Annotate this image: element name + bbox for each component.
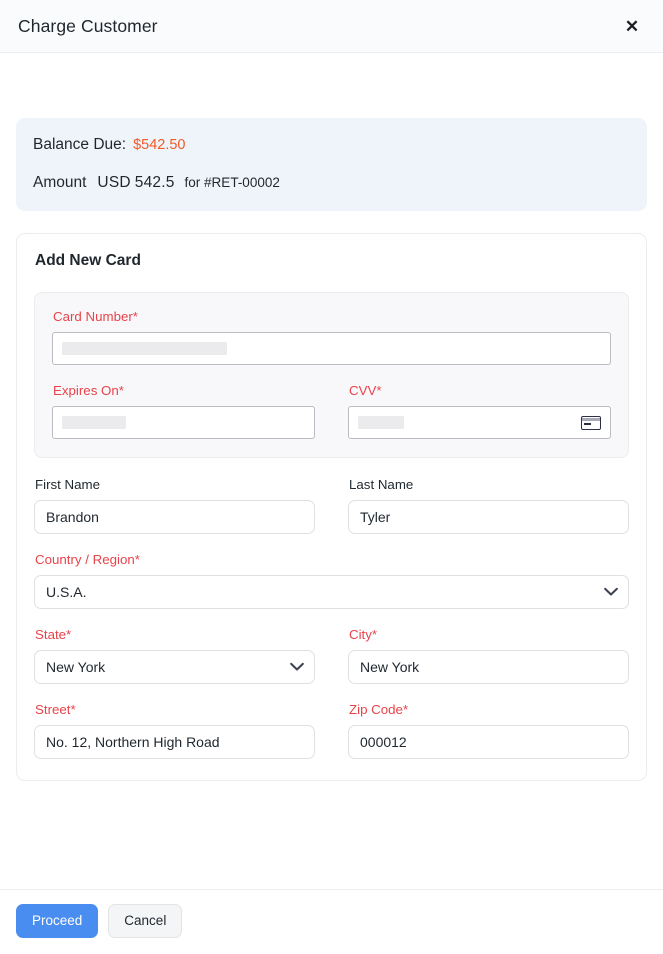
zip-code-label: Zip Code* [349, 702, 629, 717]
cancel-button[interactable]: Cancel [108, 904, 182, 938]
zip-code-input[interactable] [348, 725, 629, 759]
cvv-input[interactable] [348, 406, 611, 439]
cvv-field: CVV* [348, 383, 611, 439]
modal-body: Balance Due: $542.50 Amount USD 542.5 fo… [0, 53, 663, 889]
add-new-card-section: Add New Card Card Number* Expires On* [16, 233, 647, 781]
zip-code-field: Zip Code* [348, 702, 629, 759]
country-label: Country / Region* [35, 552, 629, 567]
expires-on-field: Expires On* [52, 383, 315, 439]
card-number-placeholder-bar [62, 342, 227, 355]
city-input[interactable] [348, 650, 629, 684]
expires-on-placeholder-bar [62, 416, 126, 429]
cvv-label: CVV* [349, 383, 611, 398]
credit-card-icon [581, 416, 601, 430]
country-field: Country / Region* [34, 552, 629, 609]
state-city-row: State* City* [34, 627, 629, 684]
last-name-label: Last Name [349, 477, 629, 492]
proceed-button[interactable]: Proceed [16, 904, 98, 938]
modal-footer: Proceed Cancel [0, 889, 663, 954]
state-label: State* [35, 627, 315, 642]
expires-on-input[interactable] [52, 406, 315, 439]
hosted-card-fields: Card Number* Expires On* CVV* [34, 292, 629, 458]
country-select[interactable] [34, 575, 629, 609]
amount-reference: for #RET-00002 [185, 175, 280, 190]
card-number-input[interactable] [52, 332, 611, 365]
amount-value[interactable]: 542.5 [135, 174, 175, 192]
balance-due-row: Balance Due: $542.50 [33, 136, 630, 154]
state-select[interactable] [34, 650, 315, 684]
amount-currency: USD [97, 174, 130, 192]
charge-customer-modal: Charge Customer ✕ Balance Due: $542.50 A… [0, 0, 663, 954]
close-icon[interactable]: ✕ [619, 13, 645, 39]
cvv-placeholder-bar [358, 416, 404, 429]
expires-on-label: Expires On* [53, 383, 315, 398]
first-name-input[interactable] [34, 500, 315, 534]
card-number-label: Card Number* [53, 309, 611, 324]
page-title: Charge Customer [18, 16, 158, 37]
state-field: State* [34, 627, 315, 684]
street-field: Street* [34, 702, 315, 759]
street-zip-row: Street* Zip Code* [34, 702, 629, 759]
first-name-field: First Name [34, 477, 315, 534]
balance-due-value: $542.50 [133, 137, 185, 153]
state-select-wrap [34, 650, 315, 684]
name-row: First Name Last Name [34, 477, 629, 534]
city-field: City* [348, 627, 629, 684]
card-number-field: Card Number* [52, 309, 611, 365]
amount-row: Amount USD 542.5 for #RET-00002 [33, 174, 630, 192]
street-label: Street* [35, 702, 315, 717]
modal-header: Charge Customer ✕ [0, 0, 663, 53]
balance-due-label: Balance Due: [33, 136, 126, 154]
street-input[interactable] [34, 725, 315, 759]
amount-label: Amount [33, 174, 86, 192]
first-name-label: First Name [35, 477, 315, 492]
last-name-input[interactable] [348, 500, 629, 534]
country-select-wrap [34, 575, 629, 609]
balance-due-panel: Balance Due: $542.50 Amount USD 542.5 fo… [16, 118, 647, 211]
expiry-cvv-row: Expires On* CVV* [52, 383, 611, 439]
add-new-card-title: Add New Card [35, 252, 629, 270]
city-label: City* [349, 627, 629, 642]
last-name-field: Last Name [348, 477, 629, 534]
